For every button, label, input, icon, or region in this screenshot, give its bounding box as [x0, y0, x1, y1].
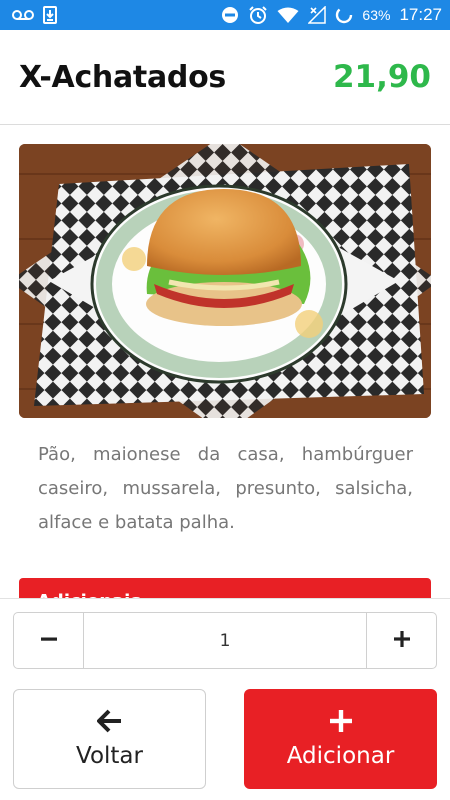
clock: 17:27 [399, 5, 442, 24]
minus-icon [40, 630, 58, 652]
product-price: 21,90 [332, 59, 431, 95]
product-description: Pão, maionese da casa, hambúrguer caseir… [38, 444, 413, 533]
quantity-value[interactable]: 1 [84, 613, 366, 668]
decrement-button[interactable] [14, 613, 84, 668]
status-bar-right: 63% 17:27 [221, 5, 442, 25]
order-footer: 1 Voltar Adicionar [0, 598, 450, 800]
no-signal-icon [308, 6, 327, 24]
plus-icon [393, 630, 411, 652]
plus-icon [329, 709, 353, 737]
quantity-stepper: 1 [13, 612, 437, 669]
add-button-label: Adicionar [286, 743, 395, 769]
arrow-left-icon [96, 709, 123, 737]
battery-percent: 63% [362, 7, 391, 23]
wifi-icon [277, 7, 299, 24]
download-icon [43, 6, 57, 24]
alarm-icon [248, 5, 268, 25]
do-not-disturb-icon [221, 6, 239, 24]
product-title: X-Achatados [19, 59, 226, 95]
product-photo [19, 144, 431, 418]
back-button[interactable]: Voltar [13, 689, 206, 789]
increment-button[interactable] [366, 613, 436, 668]
battery-icon [335, 6, 353, 24]
status-bar-left [12, 6, 57, 24]
voicemail-icon [12, 9, 34, 21]
add-to-cart-button[interactable]: Adicionar [244, 689, 437, 789]
back-button-label: Voltar [76, 743, 143, 769]
product-header: X-Achatados 21,90 [0, 30, 450, 125]
addons-section-header[interactable]: Adicionais [19, 578, 431, 600]
status-bar: 63% 17:27 [0, 0, 450, 30]
